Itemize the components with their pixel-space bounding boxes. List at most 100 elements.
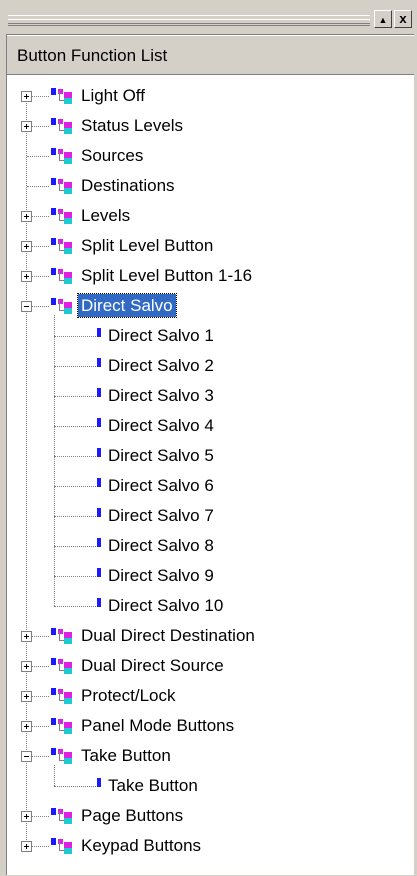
tree-item[interactable]: Split Level Button 1-16 [7,261,414,291]
tree-item[interactable]: Keypad Buttons [7,831,414,861]
tree-connector [27,156,49,157]
child-tree-item[interactable]: Direct Salvo 8 [7,531,414,561]
tree-connector [54,546,96,547]
expand-icon[interactable] [21,721,32,732]
leaf-node-icon [97,508,101,517]
tree-item-label: Split Level Button [81,236,214,255]
tree-item-label: Panel Mode Buttons [81,716,235,735]
expand-icon[interactable] [21,631,32,642]
tree-item[interactable]: Status Levels [7,111,414,141]
tree-connector [32,666,49,667]
tree-connector [54,426,96,427]
tree-item[interactable]: Sources [7,141,414,171]
tree-connector [32,126,49,127]
child-item-label: Direct Salvo 4 [108,416,214,435]
expand-icon[interactable] [21,91,32,102]
expand-icon[interactable] [21,841,32,852]
tree-node-icon [51,748,72,764]
tree-node-icon [51,118,72,134]
tree-item-label: Sources [81,146,144,165]
tree-node-icon [51,178,72,194]
up-arrow-icon: ▲ [378,15,388,25]
tree-item-label: Light Off [81,86,145,105]
tree-item-label: Status Levels [81,116,184,135]
tree-node-icon [51,148,72,164]
tree-connector [32,306,49,307]
expand-icon[interactable] [21,691,32,702]
child-tree-item[interactable]: Direct Salvo 4 [7,411,414,441]
function-tree: Light Off Status Levels Sources Destination… [7,75,414,876]
close-icon: x [399,11,407,26]
child-tree-item[interactable]: Direct Salvo 7 [7,501,414,531]
button-function-panel: Button Function List Light Off Status Lev… [6,34,414,875]
tree-connector [54,486,96,487]
restore-button[interactable]: ▲ [374,10,392,28]
leaf-node-icon [97,538,101,547]
drag-grip[interactable] [8,15,370,26]
leaf-node-icon [97,478,101,487]
tree-node-icon [51,658,72,674]
tree-connector [54,456,96,457]
tree-connector [32,216,49,217]
tree-node-icon [51,808,72,824]
tree-connector [32,246,49,247]
child-connector-line [54,765,55,786]
tree-item-label: Split Level Button 1-16 [81,266,253,285]
child-connector-line [54,315,55,606]
tree-node-icon [51,268,72,284]
expand-icon[interactable] [21,121,32,132]
tree-connector [54,366,96,367]
dock-title-strip[interactable]: ▲ x [6,8,414,34]
tree-item[interactable]: Levels [7,201,414,231]
tree-node-icon [51,628,72,644]
tree-item-label: Keypad Buttons [81,836,202,855]
tree-node-icon [51,88,72,104]
child-tree-item[interactable]: Direct Salvo 1 [7,321,414,351]
close-button[interactable]: x [394,10,412,28]
tree-item-label: Levels [81,206,131,225]
tree-item[interactable]: Direct Salvo [7,291,414,321]
child-tree-item[interactable]: Direct Salvo 2 [7,351,414,381]
header-label: Button Function List [17,46,168,65]
expand-icon[interactable] [21,241,32,252]
tree-item[interactable]: Take Button [7,741,414,771]
leaf-node-icon [97,568,101,577]
tree-item[interactable]: Light Off [7,81,414,111]
list-header[interactable]: Button Function List [7,35,414,75]
tree-connector [54,786,96,787]
collapse-icon[interactable] [21,751,32,762]
child-tree-item[interactable]: Direct Salvo 6 [7,471,414,501]
leaf-node-icon [97,778,101,787]
child-tree-item[interactable]: Take Button [7,771,414,801]
tree-node-icon [51,238,72,254]
tree-item[interactable]: Panel Mode Buttons [7,711,414,741]
leaf-node-icon [97,448,101,457]
child-tree-item[interactable]: Direct Salvo 5 [7,441,414,471]
child-item-label: Direct Salvo 1 [108,326,214,345]
expand-icon[interactable] [21,811,32,822]
tree-item-label: Page Buttons [81,806,184,825]
child-item-label: Direct Salvo 9 [108,566,214,585]
tree-item-label-selected: Direct Salvo [77,293,177,318]
child-item-label: Direct Salvo 6 [108,476,214,495]
expand-icon[interactable] [21,661,32,672]
tree-item[interactable]: Dual Direct Destination [7,621,414,651]
tree-connector [54,576,96,577]
tree-item-label: Destinations [81,176,175,195]
child-tree-item[interactable]: Direct Salvo 10 [7,591,414,621]
tree-item[interactable]: Page Buttons [7,801,414,831]
child-item-label: Direct Salvo 7 [108,506,214,525]
tree-connector [32,816,49,817]
child-tree-item[interactable]: Direct Salvo 3 [7,381,414,411]
expand-icon[interactable] [21,271,32,282]
collapse-icon[interactable] [21,301,32,312]
tree-connector [32,756,49,757]
tree-item[interactable]: Split Level Button [7,231,414,261]
tree-item[interactable]: Destinations [7,171,414,201]
tree-item[interactable]: Dual Direct Source [7,651,414,681]
tree-connector [27,186,49,187]
child-tree-item[interactable]: Direct Salvo 9 [7,561,414,591]
expand-icon[interactable] [21,211,32,222]
tree-item[interactable]: Protect/Lock [7,681,414,711]
tree-node-icon [51,298,72,314]
